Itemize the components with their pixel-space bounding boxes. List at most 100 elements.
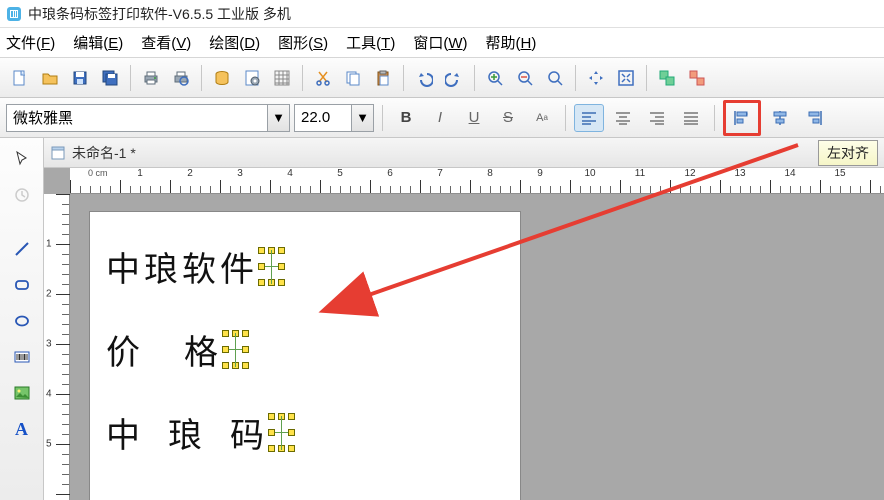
ruler-label: 1 [137,168,143,179]
redo-button[interactable] [440,64,468,92]
bold-button[interactable]: B [391,104,421,132]
document-tab[interactable]: 未命名-1 * [50,143,136,163]
ruler-label: 5 [46,439,52,450]
undo-button[interactable] [410,64,438,92]
text-align-center-button[interactable] [608,104,638,132]
barcode-tool[interactable] [7,342,37,372]
move-button[interactable] [582,64,610,92]
font-name-combo[interactable]: ▼ [6,104,290,132]
workspace: A 未命名-1 * 左对齐 0 cm 1 2 3 4 5 6 7 8 9 10 … [0,138,884,500]
ruler-label: 14 [784,168,795,179]
font-name-dropdown-icon[interactable]: ▼ [267,105,289,131]
selection-handles[interactable] [258,247,286,287]
ruler-label: 13 [734,168,745,179]
menu-help[interactable]: 帮助(H) [486,32,537,53]
font-size-input[interactable] [295,105,351,131]
copy-button[interactable] [339,64,367,92]
text-object-1[interactable]: 中琅软件 [106,242,504,291]
print-button[interactable] [137,64,165,92]
align-right-objects-button[interactable] [799,104,829,132]
text-align-left-button[interactable] [574,104,604,132]
separator [565,105,566,131]
pointer-tool[interactable] [7,144,37,174]
left-toolbox: A [0,138,44,500]
font-size-dropdown-icon[interactable]: ▼ [351,105,373,131]
superscript-button[interactable]: Aa [527,104,557,132]
page-setup-button[interactable] [238,64,266,92]
ellipse-tool[interactable] [7,306,37,336]
separator [403,65,404,91]
ruler-label: 3 [46,339,52,350]
ruler-label: 6 [387,168,393,179]
menu-shape[interactable]: 图形(S) [278,32,328,53]
ruler-label: 2 [46,289,52,300]
text-content: 中琅码 [106,408,292,457]
zoom-fit-button[interactable] [541,64,569,92]
separator [382,105,383,131]
ruler-label: 3 [237,168,243,179]
ruler-label: 4 [46,389,52,400]
text-align-right-button[interactable] [642,104,672,132]
text-object-3[interactable]: 中琅码 [106,408,504,457]
rounded-rect-tool[interactable] [7,270,37,300]
font-size-combo[interactable]: ▼ [294,104,374,132]
menu-window[interactable]: 窗口(W) [413,32,467,53]
separator [714,105,715,131]
database-button[interactable] [208,64,236,92]
underline-button[interactable]: U [459,104,489,132]
new-doc-button[interactable] [6,64,34,92]
menu-draw[interactable]: 绘图(D) [209,32,260,53]
hand-tool[interactable] [7,180,37,210]
menu-edit[interactable]: 编辑(E) [73,32,123,53]
text-align-justify-button[interactable] [676,104,706,132]
line-tool[interactable] [7,234,37,264]
document-tabbar: 未命名-1 * 左对齐 [44,138,884,168]
group-button[interactable] [653,64,681,92]
editor-area: 未命名-1 * 左对齐 0 cm 1 2 3 4 5 6 7 8 9 10 11… [44,138,884,500]
separator [575,65,576,91]
selection-handles[interactable] [222,330,250,370]
app-title: 中琅条码标签打印软件-V6.5.5 工业版 多机 [28,4,291,24]
menu-file[interactable]: 文件(F) [6,32,55,53]
ruler-label: 8 [487,168,493,179]
separator [302,65,303,91]
ruler-label: 11 [635,168,645,179]
text-object-2[interactable]: 价格 [106,325,504,374]
separator [646,65,647,91]
separator [130,65,131,91]
ruler-label: 4 [287,168,293,179]
image-tool[interactable] [7,378,37,408]
app-icon [6,6,22,22]
menu-tool[interactable]: 工具(T) [346,32,395,53]
label-page[interactable]: 中琅软件 价格 中琅码 [90,212,520,500]
align-left-objects-highlight [723,100,761,136]
ungroup-button[interactable] [683,64,711,92]
zoom-in-button[interactable] [481,64,509,92]
italic-button[interactable]: I [425,104,455,132]
zoom-out-button[interactable] [511,64,539,92]
vertical-ruler[interactable]: 1 2 3 4 5 [44,194,70,500]
text-tool[interactable]: A [7,414,37,444]
horizontal-ruler[interactable]: 0 cm 1 2 3 4 5 6 7 8 9 10 11 12 13 14 15 [70,168,884,194]
font-name-input[interactable] [7,105,267,131]
align-center-objects-button[interactable] [765,104,795,132]
selection-handles[interactable] [268,413,296,453]
save-as-button[interactable] [96,64,124,92]
menu-bar: 文件(F) 编辑(E) 查看(V) 绘图(D) 图形(S) 工具(T) 窗口(W… [0,28,884,58]
grid-button[interactable] [268,64,296,92]
open-button[interactable] [36,64,64,92]
canvas[interactable]: 中琅软件 价格 中琅码 [70,194,884,500]
cut-button[interactable] [309,64,337,92]
paste-button[interactable] [369,64,397,92]
menu-view[interactable]: 查看(V) [141,32,191,53]
text-content: 中琅软件 [106,242,258,291]
fit-window-button[interactable] [612,64,640,92]
print-preview-button[interactable] [167,64,195,92]
align-left-objects-button[interactable] [727,104,757,132]
document-tab-title: 未命名-1 * [72,143,136,163]
save-button[interactable] [66,64,94,92]
separator [474,65,475,91]
ruler-label: 1 [46,239,52,250]
strike-button[interactable]: S [493,104,523,132]
font-toolbar: ▼ ▼ B I U S Aa [0,98,884,138]
